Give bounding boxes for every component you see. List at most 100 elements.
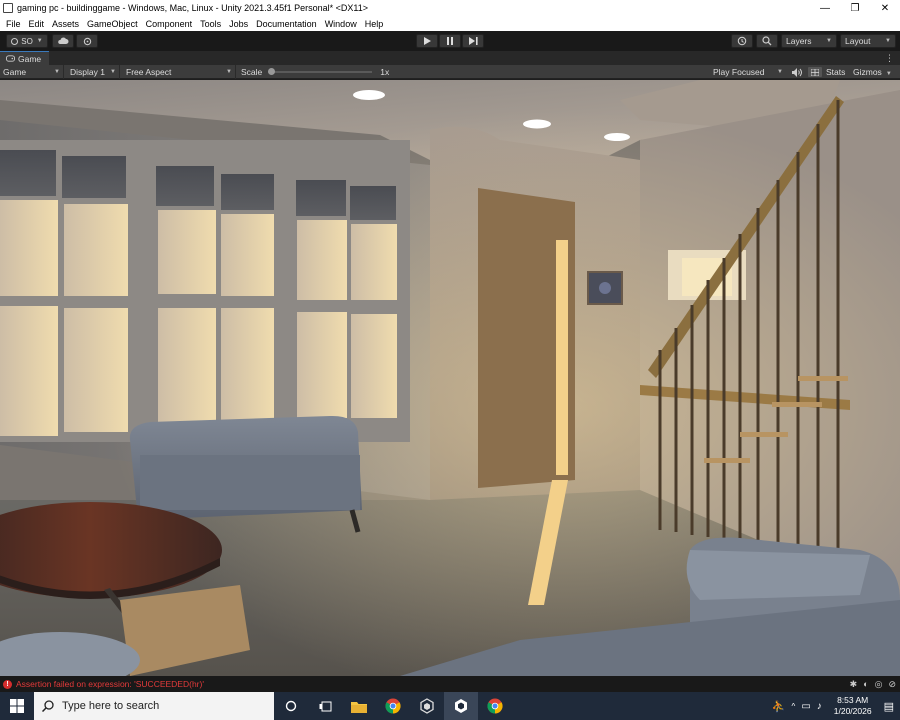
menu-jobs[interactable]: Jobs (225, 19, 252, 29)
taskbar-clock[interactable]: 8:53 AM 1/20/2026 (834, 695, 872, 717)
layers-label: Layers (786, 36, 812, 46)
tab-bar: Game ⋮ (0, 51, 900, 65)
console-status-bar[interactable]: ! Assertion failed on expression: 'SUCCE… (0, 676, 900, 692)
taskbar-unity-editor[interactable] (444, 692, 478, 720)
windows-taskbar: Type here to search ⛹ ^ ▭ ♪ 8:53 AM 1/20… (0, 692, 900, 720)
scale-value: 1x (380, 66, 390, 77)
unity-icon (455, 699, 467, 713)
game-view-bar: Game ▼ Display 1 ▼ Free Aspect ▼ Scale 1… (0, 64, 900, 79)
menu-component[interactable]: Component (142, 19, 197, 29)
menu-assets[interactable]: Assets (48, 19, 83, 29)
taskbar-file-explorer[interactable] (342, 692, 376, 720)
close-button[interactable]: ✕ (870, 0, 900, 16)
notification-icon[interactable]: ◎ (875, 679, 883, 690)
layout-label: Layout (845, 36, 871, 46)
settings-icon[interactable]: ⊘ (888, 679, 896, 690)
stats-button[interactable]: Stats (826, 67, 845, 77)
clock-date: 1/20/2026 (833, 706, 872, 716)
play-controls (416, 34, 485, 48)
cloud-button[interactable] (52, 34, 74, 48)
play-mode-dropdown[interactable]: Play Focused ▼ (708, 65, 786, 79)
toolbar-right: Layers ▼ Layout ▼ (731, 34, 896, 48)
aspect-label: Free Aspect (126, 66, 172, 77)
mode-label: Game (3, 66, 27, 77)
search-icon (42, 700, 54, 712)
chevron-up-icon[interactable]: ^ (792, 702, 796, 711)
search-button[interactable] (756, 34, 778, 48)
gizmos-label: Gizmos (853, 66, 882, 77)
menu-bar: File Edit Assets GameObject Component To… (0, 16, 900, 31)
pause-icon (447, 37, 453, 45)
people-icon[interactable]: ⛹ (772, 700, 786, 713)
scale-slider-handle[interactable] (268, 67, 276, 75)
progress-icon[interactable]: ◐ (863, 679, 868, 690)
chevron-down-icon: ▼ (54, 68, 60, 75)
chevron-down-icon: ▼ (36, 38, 43, 44)
unity-app-icon (3, 3, 13, 13)
display-dropdown[interactable]: Display 1 ▼ (64, 64, 120, 79)
scale-label: Scale (241, 66, 263, 77)
taskbar-chrome-1[interactable] (376, 692, 410, 720)
pause-button[interactable] (439, 34, 461, 48)
account-icon (11, 37, 19, 45)
mode-dropdown[interactable]: Game ▼ (0, 64, 64, 79)
scale-slider[interactable] (268, 65, 373, 79)
layers-dropdown[interactable]: Layers ▼ (781, 34, 837, 48)
chevron-down-icon: ▼ (226, 68, 232, 75)
gizmos-dropdown[interactable]: Gizmos ▼ (853, 67, 892, 77)
collab-icon (83, 37, 91, 45)
game-scene-render (0, 80, 900, 676)
history-button[interactable] (731, 34, 753, 48)
menu-edit[interactable]: Edit (25, 19, 49, 29)
menu-help[interactable]: Help (361, 19, 388, 29)
aspect-grid-button[interactable] (808, 67, 822, 77)
window-title: gaming pc - buildinggame - Windows, Mac,… (17, 3, 369, 13)
task-view-button[interactable] (308, 692, 342, 720)
notifications-icon[interactable]: ▤ (884, 700, 894, 713)
taskbar-unity-hub[interactable] (410, 692, 444, 720)
network-icon[interactable]: ▭ (801, 701, 810, 712)
tab-game[interactable]: Game (0, 51, 50, 65)
chrome-icon (385, 698, 401, 714)
unity-hub-icon (420, 698, 434, 714)
chevron-down-icon: ▼ (777, 68, 783, 75)
system-tray: ⛹ ^ ▭ ♪ 8:53 AM 1/20/2026 ▤ (772, 692, 900, 720)
menu-gameobject[interactable]: GameObject (83, 19, 142, 29)
console-message[interactable]: Assertion failed on expression: 'SUCCEED… (16, 679, 204, 689)
more-options-icon[interactable]: ⋮ (885, 53, 894, 64)
windows-logo-icon (10, 699, 24, 713)
history-icon (737, 36, 747, 46)
step-button[interactable] (462, 34, 484, 48)
play-button[interactable] (416, 34, 438, 48)
chevron-down-icon: ▼ (885, 38, 891, 44)
chrome-icon (487, 698, 503, 714)
gamepad-icon (6, 55, 15, 62)
minimize-button[interactable]: — (810, 0, 840, 16)
cloud-icon (58, 37, 69, 44)
chevron-down-icon: ▼ (885, 70, 892, 77)
grid-icon (811, 68, 819, 76)
account-label: SO (21, 36, 33, 46)
chevron-down-icon: ▼ (110, 68, 116, 75)
collab-button[interactable] (76, 34, 98, 48)
play-icon (424, 37, 431, 45)
menu-documentation[interactable]: Documentation (252, 19, 321, 29)
start-button[interactable] (0, 692, 34, 720)
menu-file[interactable]: File (2, 19, 25, 29)
restore-button[interactable]: ❐ (840, 0, 870, 16)
task-view-icon (319, 701, 331, 711)
aspect-dropdown[interactable]: Free Aspect ▼ (120, 64, 236, 79)
clock-time: 8:53 AM (837, 695, 869, 705)
game-viewport[interactable] (0, 80, 900, 676)
menu-tools[interactable]: Tools (196, 19, 225, 29)
mute-audio-button[interactable] (792, 68, 802, 79)
menu-window[interactable]: Window (321, 19, 361, 29)
account-dropdown[interactable]: SO ▼ (6, 34, 48, 48)
file-explorer-icon (351, 701, 367, 713)
taskbar-chrome-2[interactable] (478, 692, 512, 720)
volume-icon[interactable]: ♪ (817, 701, 822, 712)
taskbar-search[interactable]: Type here to search (34, 692, 274, 720)
bug-icon[interactable]: ✱ (850, 679, 858, 690)
cortana-button[interactable] (274, 692, 308, 720)
layout-dropdown[interactable]: Layout ▼ (840, 34, 896, 48)
